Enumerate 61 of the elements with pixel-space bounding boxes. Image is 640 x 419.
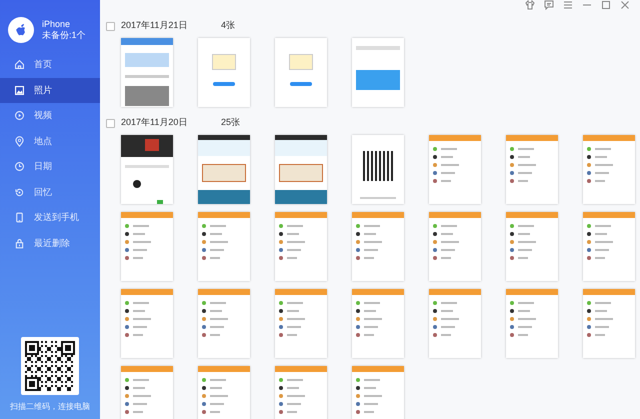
screenshot-thumbnail[interactable] (121, 212, 173, 281)
close-icon[interactable] (620, 0, 630, 10)
screenshot-thumbnail[interactable] (352, 135, 404, 204)
screenshot-thumbnail[interactable] (275, 289, 327, 358)
screenshot-thumbnail[interactable] (198, 135, 250, 204)
sidebar-item[interactable]: 发送到手机 (0, 205, 100, 230)
play-icon (14, 110, 25, 122)
lock-icon (14, 238, 25, 249)
screenshot-thumbnail[interactable] (583, 212, 635, 281)
sidebar-item[interactable]: 最近删除 (0, 230, 100, 256)
screenshot-thumbnail[interactable] (121, 289, 173, 358)
screenshot-thumbnail[interactable] (352, 289, 404, 358)
screenshot-thumbnail[interactable] (583, 289, 635, 358)
backup-status: 未备份:1个 (42, 30, 86, 42)
message-icon[interactable] (544, 0, 554, 10)
screenshot-thumbnail[interactable] (429, 135, 481, 204)
checkbox[interactable] (106, 22, 115, 30)
photo-count: 25张 (221, 116, 240, 130)
qr-code (21, 337, 79, 395)
date-heading: 2017年11月20日 (121, 116, 188, 130)
screenshot-thumbnail[interactable] (198, 212, 250, 281)
screenshot-thumbnail[interactable] (583, 135, 635, 204)
sidebar-item[interactable]: 视频 (0, 103, 100, 128)
checkbox[interactable] (106, 118, 115, 128)
screenshot-thumbnail[interactable] (275, 366, 327, 419)
menu-icon[interactable] (563, 0, 573, 10)
screenshot-thumbnail[interactable] (506, 212, 558, 281)
image-icon (14, 84, 25, 96)
phone-icon (14, 212, 25, 224)
screenshot-thumbnail[interactable] (506, 289, 558, 358)
screenshot-thumbnail[interactable] (198, 289, 250, 358)
screenshot-thumbnail[interactable] (429, 212, 481, 281)
pin-icon (14, 136, 25, 147)
sidebar-item[interactable]: 地点 (0, 128, 100, 154)
screenshot-thumbnail[interactable] (275, 38, 327, 107)
home-icon (14, 59, 25, 70)
sidebar-item[interactable]: 首页 (0, 52, 100, 78)
device-avatar-icon (8, 17, 34, 43)
device-name: iPhone (42, 18, 72, 30)
screenshot-thumbnail[interactable] (352, 212, 404, 281)
maximize-icon[interactable] (601, 0, 611, 10)
screenshot-thumbnail[interactable] (506, 135, 558, 204)
screenshot-thumbnail[interactable] (121, 366, 173, 419)
clock-icon (14, 161, 25, 172)
screenshot-thumbnail[interactable] (352, 38, 404, 107)
screenshot-thumbnail[interactable] (429, 289, 481, 358)
photo-count: 4张 (221, 19, 236, 32)
history-icon (14, 186, 25, 198)
sidebar-item[interactable]: 照片 (0, 78, 100, 103)
screenshot-thumbnail[interactable] (198, 366, 250, 419)
sidebar-item[interactable]: 日期 (0, 154, 100, 180)
sidebar-item[interactable]: 回忆 (0, 180, 100, 205)
screenshot-thumbnail[interactable] (121, 38, 173, 107)
shirt-icon[interactable] (525, 0, 535, 10)
date-heading: 2017年11月21日 (121, 19, 188, 32)
qr-caption: 扫描二维码，连接电脑 (10, 401, 90, 413)
screenshot-thumbnail[interactable] (352, 366, 404, 419)
screenshot-thumbnail[interactable] (275, 212, 327, 281)
screenshot-thumbnail[interactable] (275, 135, 327, 204)
screenshot-thumbnail[interactable] (198, 38, 250, 107)
screenshot-thumbnail[interactable] (121, 135, 173, 204)
